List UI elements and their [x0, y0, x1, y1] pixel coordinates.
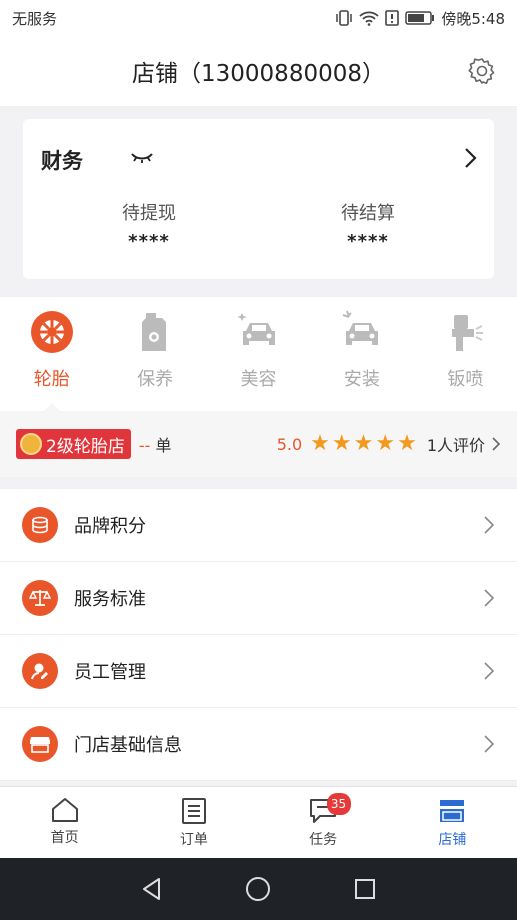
- menu-item-store-info[interactable]: 门店基础信息: [0, 708, 517, 781]
- category-tire[interactable]: 轮胎: [0, 297, 103, 412]
- star-icon: ★: [397, 431, 417, 456]
- rating-score: 5.0: [276, 434, 303, 454]
- menu-item-staff[interactable]: 员工管理: [0, 635, 517, 708]
- order-count: -- 单: [139, 432, 172, 456]
- scale-icon: [22, 580, 58, 616]
- order-icon: [181, 798, 206, 824]
- star-icon: ★: [353, 431, 374, 456]
- category-maintenance[interactable]: 保养: [103, 297, 206, 411]
- medal-icon: [20, 433, 42, 455]
- alert-sim-icon: [385, 10, 400, 26]
- category-label: 轮胎: [33, 369, 70, 390]
- review-count: 1人评价: [426, 436, 485, 455]
- chevron-right-icon: [484, 735, 495, 753]
- order-count-unit: 单: [155, 436, 172, 455]
- menu-item-label: 员工管理: [74, 662, 146, 683]
- shop-level-bar: 2级轮胎店 -- 单 5.0 ★ ★ ★ ★ ★ 1人评价: [0, 411, 517, 477]
- tab-orders[interactable]: 订单: [129, 787, 258, 858]
- tire-icon: [30, 311, 73, 353]
- pending-withdraw: 待提现 ****: [49, 199, 249, 252]
- category-tabs: 轮胎 保养 美容 安装 钣喷: [0, 297, 517, 412]
- tab-label: 首页: [50, 830, 79, 846]
- chevron-right-icon: [492, 437, 501, 451]
- menu-item-label: 门店基础信息: [74, 735, 182, 756]
- order-count-value: --: [138, 436, 151, 455]
- star-rating: ★ ★ ★ ★ ★: [310, 433, 417, 455]
- wifi-icon: [359, 11, 379, 26]
- chevron-right-icon: [484, 589, 495, 607]
- pending-settle-value: ****: [347, 231, 389, 252]
- star-icon: ★: [331, 431, 352, 456]
- back-icon[interactable]: [141, 877, 163, 901]
- level-badge: 2级轮胎店: [16, 429, 131, 459]
- finance-card[interactable]: 财务 待提现 **** 待结算 ****: [23, 119, 494, 279]
- home-circle-icon[interactable]: [245, 876, 271, 902]
- status-icons: 傍晚5:48: [335, 8, 505, 29]
- menu-item-label: 品牌积分: [74, 516, 146, 537]
- rating-link[interactable]: 5.0 ★ ★ ★ ★ ★ 1人评价: [277, 432, 501, 456]
- tab-tasks[interactable]: 35 任务: [259, 787, 388, 858]
- status-bar: 无服务 傍晚5:48: [0, 0, 517, 36]
- clock: 傍晚5:48: [441, 9, 505, 28]
- tab-label: 店铺: [438, 832, 467, 848]
- recents-icon[interactable]: [354, 878, 376, 900]
- page-header: 店铺（13000880008）: [0, 36, 517, 106]
- category-beauty[interactable]: 美容: [207, 297, 310, 411]
- level-badge-label: 2级轮胎店: [46, 436, 125, 457]
- page-title: 店铺（13000880008）: [132, 61, 385, 87]
- category-install[interactable]: 安装: [310, 297, 413, 411]
- system-nav-bar: [0, 858, 517, 920]
- category-label: 钣喷: [447, 369, 484, 390]
- spray-gun-icon: [452, 315, 484, 351]
- pending-withdraw-label: 待提现: [122, 203, 176, 224]
- tab-shop[interactable]: 店铺: [388, 787, 517, 858]
- staff-icon: [22, 653, 58, 689]
- task-count-badge: 35: [326, 793, 351, 815]
- gear-icon[interactable]: [467, 56, 497, 86]
- car-install-icon: [342, 310, 378, 345]
- category-label: 美容: [240, 369, 277, 390]
- eye-closed-icon[interactable]: [131, 152, 153, 164]
- menu-item-service-standard[interactable]: 服务标准: [0, 562, 517, 635]
- finance-title: 财务: [41, 149, 83, 173]
- coins-icon: [22, 507, 58, 543]
- menu-item-brand-points[interactable]: 品牌积分: [0, 489, 517, 562]
- category-paint[interactable]: 钣喷: [414, 297, 517, 411]
- carrier-label: 无服务: [12, 9, 58, 28]
- pending-withdraw-value: ****: [128, 231, 170, 252]
- star-icon: ★: [375, 431, 396, 456]
- oil-can-icon: [142, 313, 167, 351]
- bottom-tab-bar: 首页 订单 35 任务 店铺: [0, 786, 517, 858]
- tab-home[interactable]: 首页: [0, 787, 129, 858]
- pending-settle-label: 待结算: [341, 203, 395, 224]
- chevron-right-icon[interactable]: [464, 147, 478, 169]
- storefront-icon: [22, 726, 58, 762]
- tab-label: 任务: [309, 832, 338, 848]
- car-sparkle-icon: [236, 313, 275, 345]
- tab-label: 订单: [179, 832, 208, 848]
- menu-item-label: 服务标准: [74, 589, 146, 610]
- vibrate-icon: [336, 10, 353, 26]
- home-icon: [51, 798, 78, 822]
- shop-menu: 品牌积分 服务标准 员工管理 门店基础信息: [0, 489, 517, 781]
- pending-settle: 待结算 ****: [268, 199, 468, 252]
- chevron-right-icon: [484, 516, 495, 534]
- star-icon: ★: [310, 431, 330, 456]
- battery-icon: [405, 11, 435, 25]
- chevron-right-icon: [484, 662, 495, 680]
- shop-icon: [440, 800, 465, 822]
- category-label: 安装: [343, 369, 380, 390]
- category-label: 保养: [137, 369, 174, 390]
